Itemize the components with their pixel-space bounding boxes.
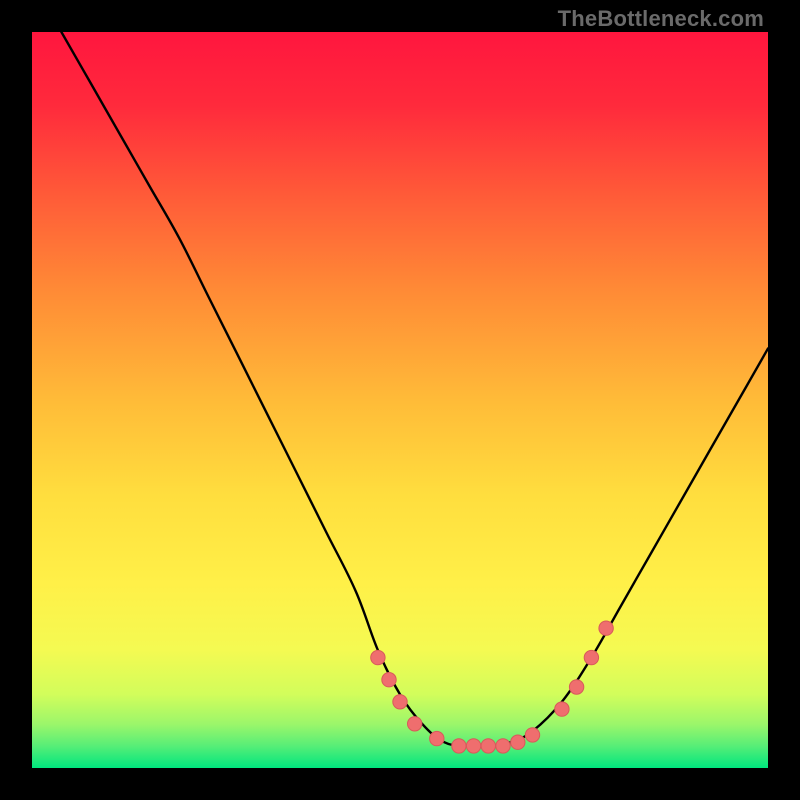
data-point [371, 650, 385, 664]
data-point [393, 695, 407, 709]
bottleneck-curve [61, 32, 768, 746]
data-point [452, 739, 466, 753]
data-point [408, 717, 422, 731]
highlighted-points [371, 621, 614, 753]
data-point [496, 739, 510, 753]
data-point [525, 728, 539, 742]
data-point [584, 650, 598, 664]
data-point [511, 735, 525, 749]
data-point [481, 739, 495, 753]
data-point [430, 731, 444, 745]
watermark-text: TheBottleneck.com [558, 6, 764, 32]
data-point [382, 673, 396, 687]
data-point [569, 680, 583, 694]
plot-area [32, 32, 768, 768]
chart-frame: TheBottleneck.com [0, 0, 800, 800]
chart-svg [32, 32, 768, 768]
data-point [466, 739, 480, 753]
data-point [599, 621, 613, 635]
data-point [555, 702, 569, 716]
